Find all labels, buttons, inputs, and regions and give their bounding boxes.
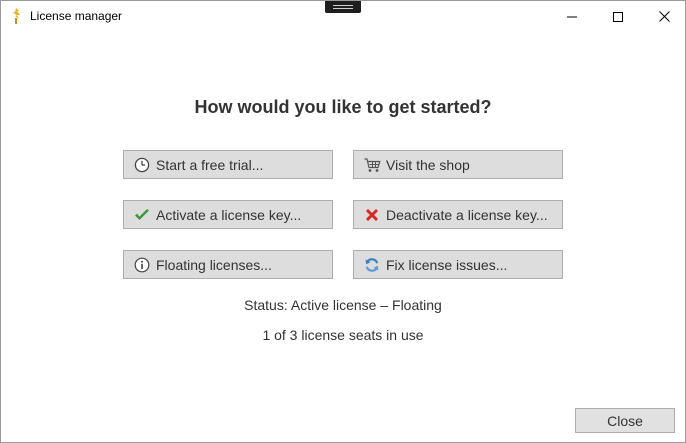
minimize-button[interactable]: [549, 1, 595, 32]
close-button[interactable]: Close: [575, 408, 675, 433]
cross-icon: [363, 206, 381, 224]
activate-license-key-button[interactable]: Activate a license key...: [123, 200, 333, 229]
license-seats-text: 1 of 3 license seats in use: [262, 327, 424, 343]
start-free-trial-label: Start a free trial...: [156, 156, 264, 173]
maximize-icon: [613, 11, 623, 22]
deactivate-license-key-button[interactable]: Deactivate a license key...: [353, 200, 563, 229]
deactivate-license-key-label: Deactivate a license key...: [386, 206, 548, 223]
maximize-button[interactable]: [595, 1, 641, 32]
app-logo-icon: [10, 8, 22, 24]
visit-shop-label: Visit the shop: [386, 156, 470, 173]
license-status-text: Status: Active license – Floating: [244, 297, 442, 313]
floating-licenses-button[interactable]: Floating licenses...: [123, 250, 333, 279]
info-icon: [133, 256, 151, 274]
clock-icon: [133, 156, 151, 174]
fix-license-issues-label: Fix license issues...: [386, 256, 508, 273]
checkmark-icon: [133, 206, 151, 224]
minimize-icon: [567, 16, 577, 17]
visit-shop-button[interactable]: Visit the shop: [353, 150, 563, 179]
start-free-trial-button[interactable]: Start a free trial...: [123, 150, 333, 179]
drag-grip-handle[interactable]: [325, 1, 361, 13]
refresh-icon: [363, 256, 381, 274]
fix-license-issues-button[interactable]: Fix license issues...: [353, 250, 563, 279]
page-heading: How would you like to get started?: [194, 97, 492, 117]
close-icon: [658, 11, 670, 22]
activate-license-key-label: Activate a license key...: [156, 206, 302, 223]
window-close-button[interactable]: [641, 1, 686, 32]
window-title: License manager: [30, 9, 123, 23]
license-manager-window: License manager How would you like to ge…: [0, 0, 686, 443]
title-bar[interactable]: License manager: [1, 1, 685, 32]
floating-licenses-label: Floating licenses...: [156, 256, 272, 273]
cart-icon: [363, 156, 381, 174]
